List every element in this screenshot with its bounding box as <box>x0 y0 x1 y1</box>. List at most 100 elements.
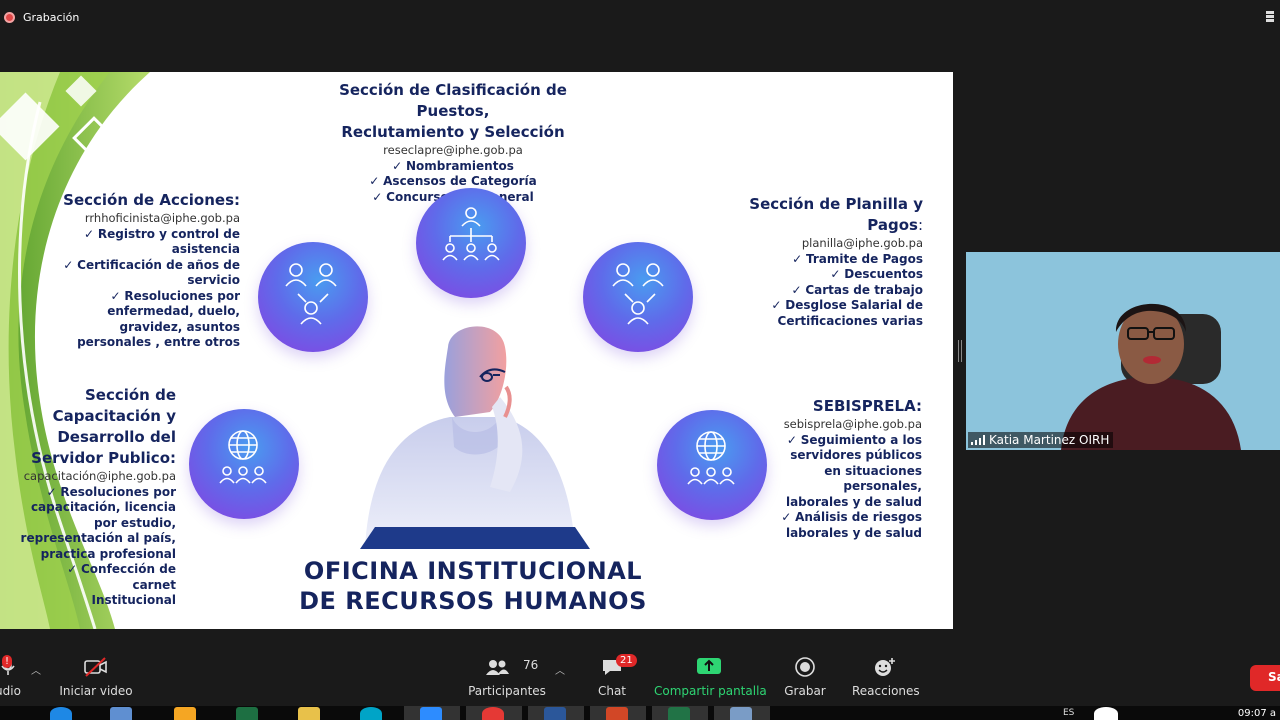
team-icon <box>583 242 693 352</box>
edge-app-icon[interactable] <box>50 707 72 720</box>
list-item-continuation: enfermedad, duelo, <box>107 304 240 318</box>
language-indicator[interactable]: ES <box>1063 708 1074 718</box>
recording-bar: Grabación <box>0 0 1280 36</box>
account-icon[interactable] <box>1094 707 1118 720</box>
project-app-icon[interactable] <box>668 707 690 720</box>
list-item-continuation: capacitación, licencia <box>30 500 176 514</box>
recording-label: Grabación <box>23 11 80 24</box>
section-planilla-title-2: Pagos <box>867 216 918 234</box>
participant-video[interactable]: Katia Martinez OIRH <box>966 252 1280 450</box>
recording-icon[interactable] <box>4 12 15 23</box>
record-icon <box>795 657 815 677</box>
section-acciones-title: Sección de Acciones: <box>63 191 240 209</box>
participants-count: 76 <box>523 658 539 672</box>
shared-screen-slide: Sección de Clasificación de Puestos, Rec… <box>0 72 953 629</box>
excel-app-icon[interactable] <box>236 707 258 720</box>
chat-label: Chat <box>597 684 627 698</box>
list-item-continuation: gravidez, asuntos <box>119 319 240 334</box>
section-clasificacion: Sección de Clasificación de Puestos, Rec… <box>303 80 603 205</box>
section-sebisprela: SEBISPRELA: sebisprela@iphe.gob.pa Segui… <box>752 396 922 541</box>
chat-unread-badge: 21 <box>616 654 637 667</box>
file-explorer-icon[interactable] <box>298 707 320 720</box>
section-sebisprela-email: sebisprela@iphe.gob.pa <box>783 417 922 431</box>
record-button[interactable]: Grabar <box>782 650 828 706</box>
list-item-continuation: en situaciones <box>824 463 922 478</box>
list-item-continuation: laborales y de salud <box>785 525 922 540</box>
app-icon[interactable] <box>360 707 382 720</box>
list-item-continuation: laborales y de salud <box>785 494 922 509</box>
chat-button[interactable]: 21 Chat <box>592 650 637 706</box>
record-label: Grabar <box>784 684 826 698</box>
section-sebisprela-title: SEBISPRELA: <box>812 397 922 415</box>
section-clasificacion-title-1: Sección de Clasificación de Puestos, <box>339 81 567 120</box>
list-item-continuation: Certificaciones varias <box>777 313 923 328</box>
audio-button[interactable]: ! udio <box>0 650 26 706</box>
section-clasificacion-email: reseclapre@iphe.gob.pa <box>383 143 523 157</box>
list-item: Nombramientos <box>303 159 603 175</box>
section-planilla-title-1: Sección de Planilla y <box>749 195 923 213</box>
main-title-line-2: DE RECURSOS HUMANOS <box>299 587 647 615</box>
list-item-continuation: practica profesional <box>40 546 176 561</box>
signal-strength-icon <box>971 435 985 445</box>
video-off-icon <box>84 657 107 677</box>
section-clasificacion-title-2: Reclutamiento y Selección <box>341 123 565 141</box>
audio-warning-badge: ! <box>2 655 13 668</box>
list-item: Confección de carnet <box>20 562 176 593</box>
app-icon[interactable] <box>110 707 132 720</box>
reactions-button[interactable]: Reacciones <box>852 650 920 706</box>
chrome-app-icon[interactable] <box>482 707 504 720</box>
audio-options-caret-icon[interactable]: ︿ <box>31 662 41 677</box>
list-item-continuation: servidores públicos <box>790 448 922 462</box>
list-item: Tramite de Pagos <box>713 252 923 268</box>
list-item-continuation: por estudio, <box>94 515 176 530</box>
section-capacitacion-title: Capacitación y <box>52 407 176 425</box>
team-icon <box>258 242 368 352</box>
participants-label: Participantes <box>468 684 546 698</box>
main-title-line-1: OFICINA INSTITUCIONAL <box>303 557 643 585</box>
participants-icon <box>486 660 509 675</box>
participant-name-tag: Katia Martinez OIRH <box>968 432 1114 448</box>
word-app-icon[interactable] <box>544 707 566 720</box>
thinking-person-illustration <box>360 326 590 549</box>
list-item-continuation: personales, <box>843 479 922 493</box>
globe-people-icon <box>657 410 767 520</box>
globe-people-icon <box>189 409 299 519</box>
section-capacitacion: Sección de Capacitación y Desarrollo del… <box>20 385 176 609</box>
list-item-continuation: asistencia <box>171 242 240 256</box>
section-capacitacion-email: capacitación@iphe.gob.pa <box>23 469 176 483</box>
list-item: Desglose Salarial de <box>713 298 923 314</box>
list-item: Análisis de riesgos <box>752 510 922 526</box>
list-item: Resoluciones por <box>60 289 240 305</box>
list-item: Descuentos <box>713 267 923 283</box>
view-options-icon[interactable] <box>1266 10 1278 24</box>
section-capacitacion-title: Servidor Publico: <box>31 449 176 467</box>
panel-resize-handle[interactable] <box>958 340 962 362</box>
reactions-label: Reacciones <box>852 684 920 698</box>
list-item: Registro y control de <box>60 227 240 243</box>
taskbar-clock[interactable]: 09:07 a <box>1238 708 1276 719</box>
leave-button[interactable]: Sa <box>1250 665 1280 691</box>
participant-video-feed <box>966 252 1280 450</box>
list-item: Certificación de años de <box>60 258 240 274</box>
list-item-continuation: servicio <box>187 273 240 287</box>
share-screen-label: Compartir pantalla <box>654 684 767 698</box>
section-planilla-title-colon: : <box>917 216 923 234</box>
participants-button[interactable]: 76 Participantes <box>468 650 546 706</box>
audio-label: udio <box>0 684 21 698</box>
list-item: Seguimiento a los <box>752 433 922 449</box>
app-icon[interactable] <box>174 707 196 720</box>
list-item-continuation: representación al país, <box>20 531 176 545</box>
app-icon[interactable] <box>730 707 752 720</box>
section-acciones: Sección de Acciones: rrhhoficinista@iphe… <box>60 190 240 351</box>
section-planilla-email: planilla@iphe.gob.pa <box>801 236 923 250</box>
share-screen-button[interactable]: Compartir pantalla <box>654 650 767 706</box>
zoom-app-icon[interactable] <box>420 707 442 720</box>
share-screen-icon <box>697 658 721 674</box>
participants-options-caret-icon[interactable]: ︿ <box>555 662 565 677</box>
start-video-button[interactable]: Iniciar video <box>58 650 134 706</box>
list-item: Resoluciones por <box>20 485 176 501</box>
powerpoint-app-icon[interactable] <box>606 707 628 720</box>
windows-taskbar: ES 09:07 a <box>0 706 1280 720</box>
section-capacitacion-title: Desarrollo del <box>57 428 176 446</box>
section-capacitacion-title: Sección de <box>84 386 176 404</box>
